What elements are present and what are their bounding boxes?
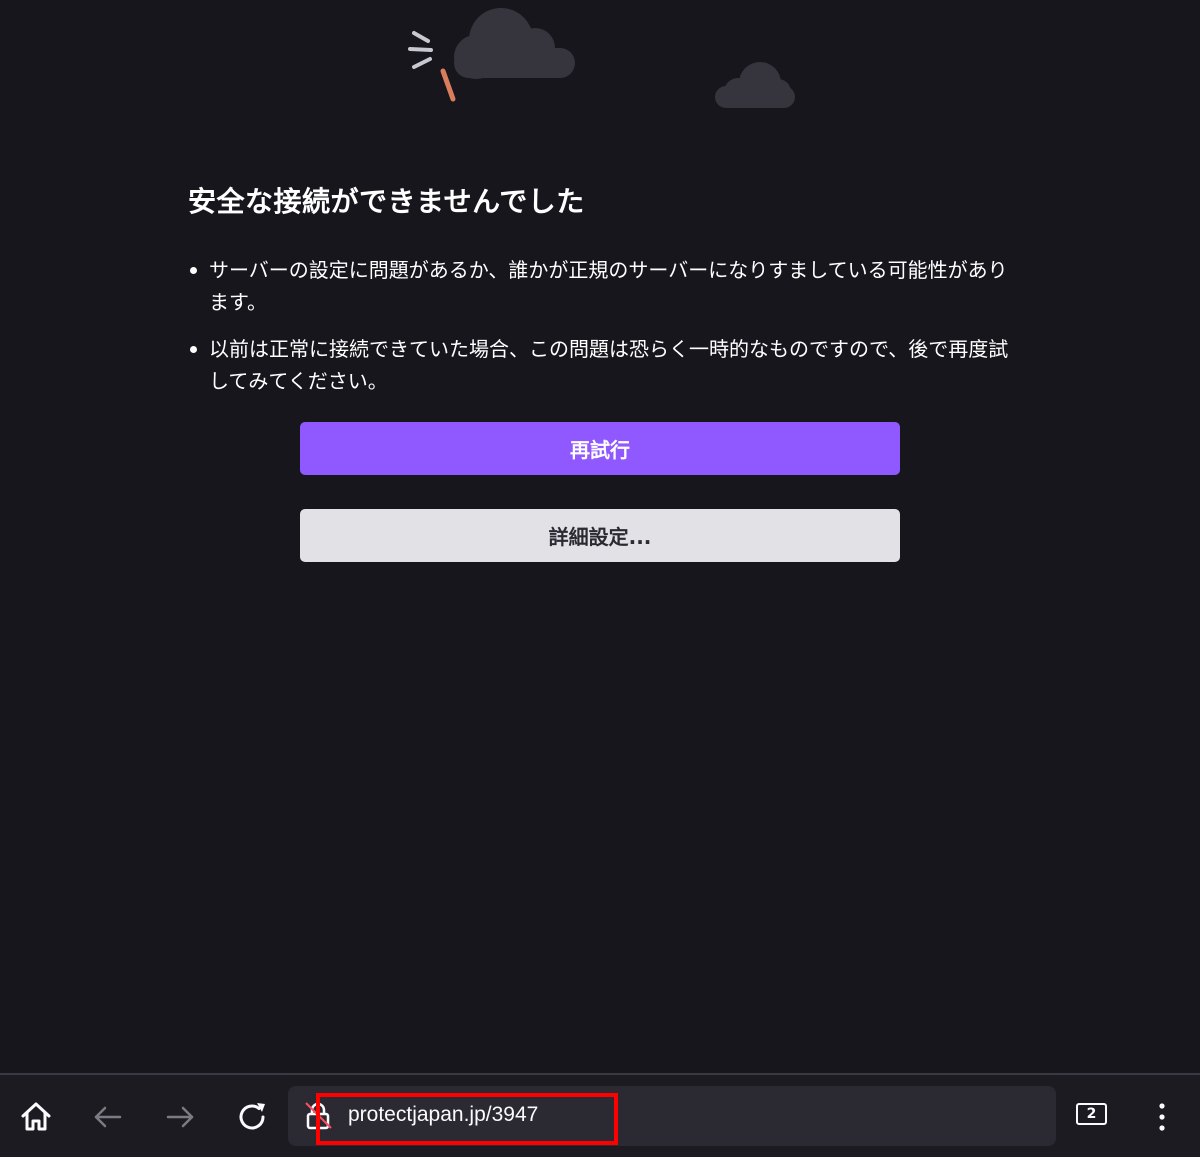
tab-count-button[interactable]: 2 bbox=[1076, 1103, 1107, 1125]
reason-text: サーバーの設定に問題があるか、誰かが正規のサーバーになりすましている可能性があり… bbox=[209, 258, 1008, 314]
retry-button[interactable]: 再試行 bbox=[300, 422, 900, 475]
menu-button[interactable] bbox=[1140, 1095, 1184, 1139]
bullet-icon bbox=[190, 346, 197, 353]
three-dots-vertical-icon bbox=[1159, 1103, 1165, 1131]
home-button[interactable] bbox=[14, 1095, 58, 1139]
small-cloud-icon bbox=[715, 62, 795, 108]
bottom-toolbar: protectjapan.jp/3947 bbox=[0, 1073, 1200, 1157]
home-icon bbox=[21, 1102, 51, 1131]
advanced-button[interactable]: 詳細設定... bbox=[300, 509, 900, 562]
page-title: 安全な接続ができませんでした bbox=[188, 185, 585, 218]
list-item: 以前は正常に接続できていた場合、この問題は恐らく一時的なものですので、後で再度試… bbox=[188, 333, 1009, 397]
bullet-icon bbox=[190, 267, 197, 274]
reload-icon bbox=[239, 1103, 265, 1130]
error-content: 安全な接続ができませんでした サーバーの設定に問題があるか、誰かが正規のサーバー… bbox=[188, 180, 1008, 412]
plug-wire-icon bbox=[440, 68, 456, 102]
url-text: protectjapan.jp/3947 bbox=[348, 1103, 539, 1126]
cloud-icon bbox=[454, 8, 575, 79]
forward-button[interactable] bbox=[158, 1095, 202, 1139]
url-bar[interactable]: protectjapan.jp/3947 bbox=[288, 1086, 1056, 1146]
arrow-left-icon bbox=[94, 1106, 122, 1128]
back-button[interactable] bbox=[86, 1095, 130, 1139]
reload-button[interactable] bbox=[230, 1095, 274, 1139]
error-illustration bbox=[408, 8, 795, 108]
reason-list: サーバーの設定に問題があるか、誰かが正規のサーバーになりすましている可能性があり… bbox=[188, 254, 1008, 397]
spark-lines-icon bbox=[408, 31, 433, 69]
list-item: サーバーの設定に問題があるか、誰かが正規のサーバーになりすましている可能性があり… bbox=[188, 254, 1009, 318]
arrow-right-icon bbox=[166, 1106, 194, 1128]
reason-text: 以前は正常に接続できていた場合、この問題は恐らく一時的なものですので、後で再度試… bbox=[209, 337, 1009, 393]
insecure-lock-icon bbox=[305, 1102, 332, 1130]
